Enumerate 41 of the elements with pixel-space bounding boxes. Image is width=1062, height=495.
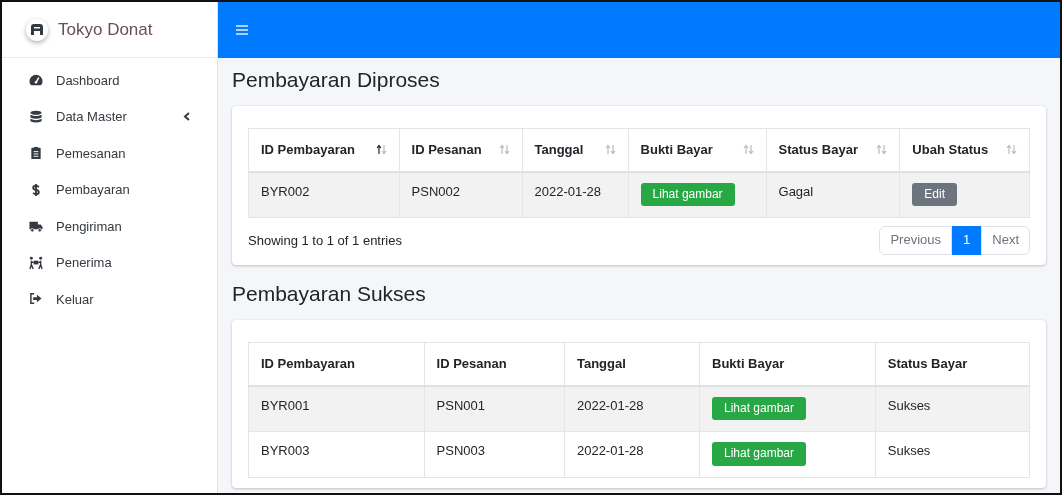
gauge-icon (28, 73, 44, 88)
table-cell: Sukses (875, 431, 1030, 478)
entries-info: Showing 1 to 1 of 1 entries (248, 231, 402, 250)
sidebar-item[interactable]: Keluar (2, 281, 217, 318)
table-cell: Gagal (766, 171, 900, 218)
table-cell: BYR002 (248, 171, 400, 218)
table-cell: 2022-01-28 (522, 171, 629, 218)
sort-icon[interactable] (375, 144, 387, 156)
truck-icon (28, 219, 44, 234)
column-header: Tanggal (564, 342, 700, 386)
table-cell: PSN003 (424, 431, 565, 478)
page-button[interactable]: 1 (952, 226, 982, 256)
sidebar-item[interactable]: Pengiriman (2, 208, 217, 245)
menu-icon[interactable] (236, 25, 248, 35)
table-cell: BYR003 (248, 431, 425, 478)
clipboard-icon (28, 146, 44, 161)
table-cell: PSN002 (399, 171, 523, 218)
table-cell: 2022-01-28 (564, 385, 700, 432)
sign-out-icon (28, 292, 44, 307)
sidebar-item[interactable]: Penerima (2, 244, 217, 281)
brand-logo-icon (26, 18, 48, 41)
previous-page-button[interactable]: Previous (879, 226, 953, 256)
table-cell: Sukses (875, 385, 1030, 432)
next-page-button[interactable]: Next (981, 226, 1030, 256)
column-header: Bukti Bayar (699, 342, 876, 386)
section-title: Pembayaran Diproses (232, 67, 441, 93)
table-cell: BYR001 (248, 385, 425, 432)
table-cell: 2022-01-28 (564, 431, 700, 478)
edit-button[interactable]: Edit (912, 182, 958, 207)
database-icon (28, 109, 44, 124)
column-header: ID Pesanan (424, 342, 565, 386)
sidebar-item[interactable]: Dashboard (2, 62, 217, 99)
sidebar-item[interactable]: Data Master (2, 98, 217, 135)
column-header: Status Bayar (875, 342, 1030, 386)
column-header: ID Pembayaran (248, 342, 425, 386)
section-title: Pembayaran Sukses (232, 281, 427, 307)
sidebar-item[interactable]: Pemesanan (2, 135, 217, 172)
people-carrying-icon (28, 255, 44, 270)
brand-name[interactable]: Tokyo Donat (58, 16, 153, 43)
table-cell: PSN001 (424, 385, 565, 432)
sidebar-item[interactable]: Pembayaran (2, 171, 217, 208)
